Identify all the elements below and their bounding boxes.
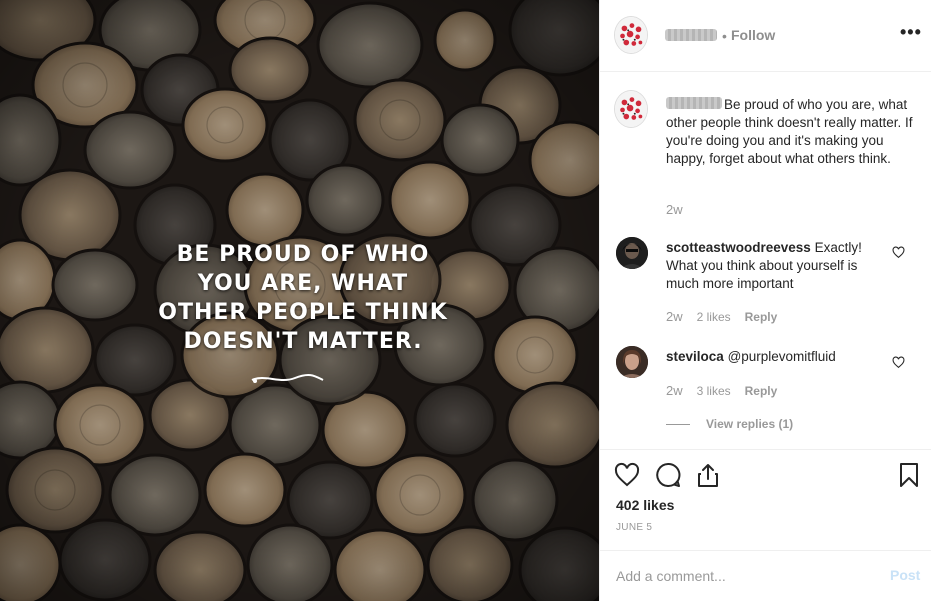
quote-line: YOU ARE, WHAT [197, 271, 409, 296]
redacted-username[interactable] [665, 29, 717, 41]
comment-avatar-image [616, 237, 648, 269]
comment-time[interactable]: 2w [666, 383, 683, 398]
comment-likes[interactable]: 2 likes [697, 310, 731, 324]
comment-like-heart-icon[interactable] [892, 246, 905, 259]
author-avatar[interactable] [614, 16, 648, 54]
quote-line: DOESN'T MATTER. [183, 329, 423, 354]
comment-avatar-image [616, 346, 648, 378]
post-date[interactable]: JUNE 5 [616, 522, 652, 533]
quote-line: OTHER PEOPLE THINK [158, 300, 448, 325]
author-avatar-image [615, 17, 647, 53]
add-comment-input[interactable] [616, 565, 866, 587]
post-header: • Follow ••• [600, 0, 931, 72]
comment-avatar[interactable] [616, 237, 648, 269]
follow-separator: • [722, 28, 727, 44]
follow-button[interactable]: Follow [731, 27, 775, 43]
more-options-icon[interactable]: ••• [900, 22, 922, 43]
caption-author-avatar-image [615, 91, 647, 127]
reply-button[interactable]: Reply [745, 384, 778, 398]
comment-like-heart-icon[interactable] [892, 356, 905, 369]
likes-count[interactable]: 402 likes [616, 497, 674, 513]
add-comment-bar: Post [600, 550, 931, 601]
comment-username[interactable]: scotteastwoodreevess [666, 240, 811, 255]
comment-avatar[interactable] [616, 346, 648, 378]
comment-likes[interactable]: 3 likes [697, 384, 731, 398]
comment-text[interactable]: @purplevomitfluid [728, 349, 836, 364]
post-comment-button[interactable]: Post [890, 567, 920, 583]
view-replies-label[interactable]: View replies (1) [706, 417, 793, 431]
caption: Be proud of who you are, what other peop… [666, 96, 916, 168]
post-image[interactable]: BE PROUD OF WHO YOU ARE, WHAT OTHER PEOP… [0, 0, 599, 601]
comment: steviloca @purplevomitfluid [666, 348, 891, 366]
caption-time[interactable]: 2w [666, 202, 683, 217]
post-details-panel: • Follow ••• Be proud of who you are, wh… [599, 0, 931, 601]
quote-line: BE PROUD OF WHO [176, 242, 430, 267]
caption-text: Be proud of who you are, what other peop… [666, 97, 913, 166]
share-icon[interactable] [695, 462, 721, 488]
comment-meta: 2w 2 likes Reply [666, 309, 777, 324]
comment: scotteastwoodreevess Exactly! What you t… [666, 239, 891, 293]
comment-meta: 2w 3 likes Reply [666, 383, 777, 398]
reply-button[interactable]: Reply [745, 310, 778, 324]
comment-username[interactable]: steviloca [666, 349, 724, 364]
comment-time[interactable]: 2w [666, 309, 683, 324]
view-replies-link[interactable]: View replies (1) [666, 417, 793, 431]
flourish-ornament [251, 373, 324, 383]
comment-icon[interactable] [655, 462, 681, 488]
heart-icon[interactable] [614, 462, 640, 488]
image-quote-text: BE PROUD OF WHO YOU ARE, WHAT OTHER PEOP… [148, 240, 458, 356]
view-replies-line [666, 424, 690, 426]
bookmark-icon[interactable] [896, 462, 922, 488]
caption-author-avatar[interactable] [614, 90, 648, 128]
